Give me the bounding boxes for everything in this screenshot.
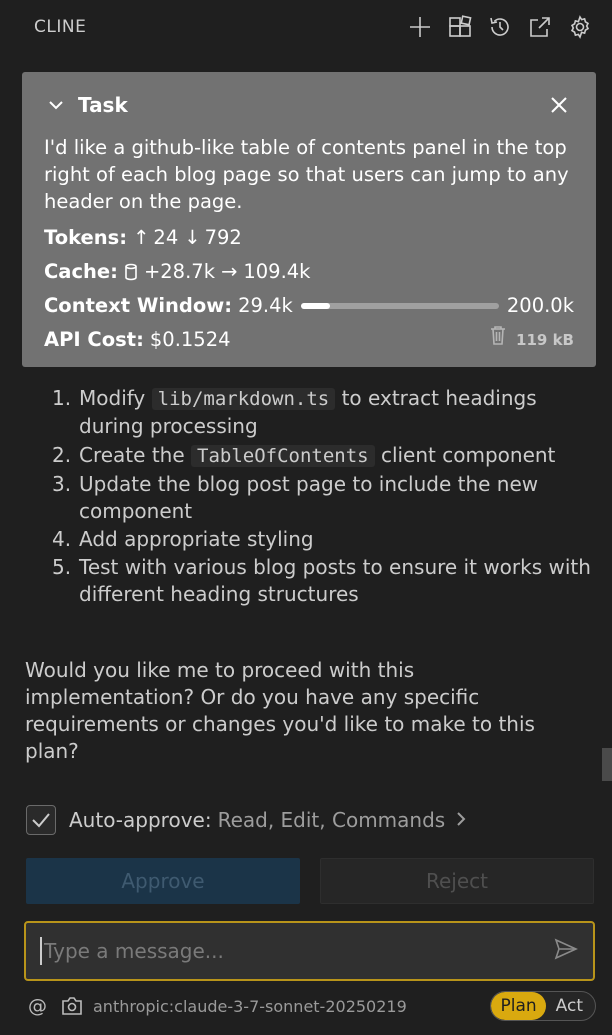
chevron-down-icon[interactable]: [46, 95, 66, 115]
tokens-in: 24: [153, 226, 179, 249]
database-icon: [124, 263, 138, 281]
step-text: Modify lib/markdown.ts to extract headin…: [79, 385, 602, 440]
task-header[interactable]: Task: [44, 72, 574, 138]
step-text-pre: Create the: [79, 443, 191, 467]
auto-approve-checkbox[interactable]: [26, 805, 56, 835]
step-number: 2.: [52, 443, 72, 467]
trash-icon[interactable]: [488, 323, 508, 357]
assistant-message: Would you like me to proceed with this i…: [25, 658, 535, 763]
step-text: Test with various blog posts to ensure i…: [79, 555, 591, 606]
list-item: 3. Update the blog post page to include …: [52, 471, 602, 525]
step-number: 5.: [52, 555, 72, 579]
api-cost-value: $0.1524: [149, 328, 231, 351]
auto-approve-label: Auto-approve:: [69, 808, 212, 832]
tokens-out: 792: [204, 226, 242, 249]
mode-act-option[interactable]: Act: [546, 996, 595, 1016]
mcp-servers-icon[interactable]: [446, 13, 474, 41]
reject-button[interactable]: Reject: [320, 858, 594, 904]
cache-write: +28.7k: [143, 260, 215, 283]
model-selector[interactable]: anthropic:claude-3-7-sonnet-20250219: [93, 997, 490, 1016]
task-panel: Task I'd like a github-like table of con…: [22, 72, 596, 367]
scrollbar-thumb[interactable]: [602, 748, 612, 781]
arrow-up-icon: ↑: [133, 226, 150, 249]
cache-read: 109.4k: [243, 260, 311, 283]
api-cost-label: API Cost:: [44, 328, 144, 351]
footer-bar: @ anthropic:claude-3-7-sonnet-20250219 P…: [28, 990, 596, 1022]
context-progress-bar: [300, 303, 499, 309]
close-icon[interactable]: [548, 94, 570, 116]
header-bar: CLINE: [0, 0, 612, 54]
list-item: 4. Add appropriate styling: [52, 526, 602, 553]
history-icon[interactable]: [486, 13, 514, 41]
plan-act-toggle[interactable]: Plan Act: [490, 991, 596, 1021]
header-actions: [406, 13, 594, 41]
step-text-pre: Modify: [79, 386, 152, 410]
auto-approve-row[interactable]: Auto-approve: Read, Edit, Commands: [26, 804, 469, 836]
list-item: 5. Test with various blog posts to ensur…: [52, 554, 602, 608]
step-text: Update the blog post page to include the…: [79, 472, 539, 523]
message-input-box[interactable]: [24, 921, 595, 981]
context-progress-fill: [300, 303, 330, 309]
inline-code: TableOfContents: [191, 445, 375, 467]
step-number: 1.: [52, 386, 72, 410]
api-cost-row: API Cost: $0.1524 119 kB: [44, 323, 574, 357]
send-icon[interactable]: [553, 936, 579, 966]
context-window-row: Context Window: 29.4k 200.0k: [44, 289, 574, 323]
arrow-down-icon: ↓: [184, 226, 201, 249]
tokens-row: Tokens: ↑ 24 ↓ 792: [44, 221, 574, 255]
task-title: Task: [78, 93, 128, 117]
mention-button[interactable]: @: [28, 995, 47, 1017]
inline-code: lib/markdown.ts: [151, 388, 336, 410]
check-icon: [32, 813, 50, 828]
settings-icon[interactable]: [566, 13, 594, 41]
cache-label: Cache:: [44, 260, 118, 283]
tokens-label: Tokens:: [44, 226, 128, 249]
step-number: 4.: [52, 527, 72, 551]
step-text: Add appropriate styling: [79, 527, 314, 551]
context-label: Context Window:: [44, 294, 233, 317]
cache-row: Cache: +28.7k → 109.4k: [44, 255, 574, 289]
plus-icon[interactable]: [406, 13, 434, 41]
auto-approve-value: Read, Edit, Commands: [217, 808, 446, 832]
task-description: I'd like a github-like table of contents…: [44, 136, 569, 213]
approve-button[interactable]: Approve: [26, 858, 300, 904]
chevron-right-icon[interactable]: [445, 808, 469, 832]
list-item: 1. Modify lib/markdown.ts to extract hea…: [52, 385, 602, 440]
camera-icon[interactable]: [61, 993, 93, 1020]
task-size: 119 kB: [516, 331, 574, 349]
popout-icon[interactable]: [526, 13, 554, 41]
step-text: Create the TableOfContents client compon…: [79, 442, 555, 470]
message-input[interactable]: [40, 937, 553, 965]
mode-plan-option[interactable]: Plan: [491, 992, 546, 1020]
list-item: 2. Create the TableOfContents client com…: [52, 442, 602, 470]
plan-steps-list: 1. Modify lib/markdown.ts to extract hea…: [52, 385, 602, 609]
step-text-post: client component: [374, 443, 556, 467]
step-number: 3.: [52, 472, 72, 496]
app-title: CLINE: [34, 17, 87, 37]
context-used: 29.4k: [238, 294, 293, 317]
arrow-right-icon: →: [221, 260, 238, 283]
context-max: 200.0k: [506, 294, 574, 317]
